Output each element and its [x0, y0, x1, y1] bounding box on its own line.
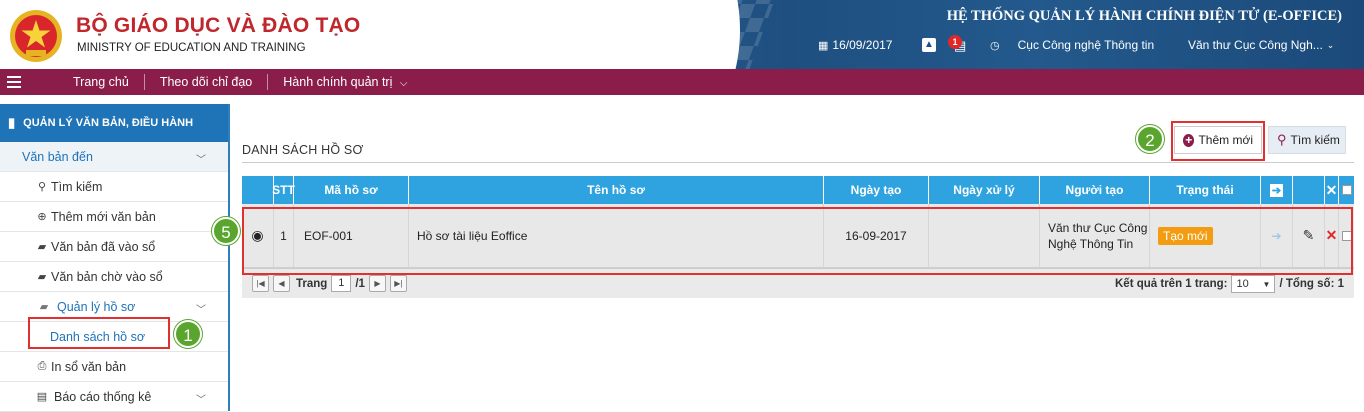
header-processed[interactable]: Ngày xử lý	[929, 176, 1040, 204]
nav-tracking[interactable]: Theo dõi chỉ đạo	[143, 74, 267, 90]
per-page-label: Kết quả trên 1 trang:	[1115, 278, 1228, 290]
sidebar-item-search[interactable]: ⚲ Tìm kiếm	[0, 172, 228, 202]
highlight-table-row	[242, 207, 1353, 275]
nav-admin-label: Hành chính quản trị	[283, 75, 393, 89]
system-title: HỆ THỐNG QUẢN LÝ HÀNH CHÍNH ĐIỆN TỬ (E-O…	[946, 8, 1342, 24]
first-page-button[interactable]: |◀	[252, 275, 269, 292]
department-selector[interactable]: ◷ Cục Công nghệ Thông tin	[990, 38, 1154, 52]
header-created[interactable]: Ngày tạo	[824, 176, 929, 204]
sidebar-item-pending[interactable]: ▰ Văn bản chờ vào sổ	[0, 262, 228, 292]
user-name: Văn thư Cục Công Ngh...	[1188, 38, 1323, 52]
total-count: / Tổng số: 1	[1279, 278, 1344, 290]
search-icon: ⚲	[1277, 132, 1287, 147]
book-icon: ▰	[37, 241, 47, 253]
chevron-down-icon: ⌄	[1326, 39, 1335, 50]
national-emblem-logo[interactable]	[8, 8, 64, 64]
header-name[interactable]: Tên hồ sơ	[409, 176, 824, 204]
per-page-value: 10	[1236, 278, 1249, 290]
header-forward-col: ➔	[1261, 176, 1293, 204]
next-page-button[interactable]: ▶	[368, 275, 386, 292]
page-title: DANH SÁCH HỒ SƠ	[242, 143, 364, 157]
clock-icon: ◷	[990, 39, 1000, 52]
sidebar-item-label: In sổ văn bản	[51, 359, 127, 374]
prev-page-button[interactable]: ◀	[273, 275, 290, 292]
sidebar-item-label: Thêm mới văn bản	[51, 209, 156, 224]
dropdown-arrow-icon: ▼	[1262, 279, 1271, 289]
header-view-col	[242, 176, 274, 204]
per-page-select[interactable]: 10 ▼	[1231, 275, 1276, 293]
sidebar-item-print[interactable]: ⎙ In sổ văn bản	[0, 352, 228, 382]
plus-circle-icon: ⊕	[37, 211, 47, 223]
upload-icon: ▲	[922, 38, 936, 52]
upload-button[interactable]: ▲	[922, 38, 936, 52]
forward-icon: ➔	[1269, 183, 1284, 197]
sidebar-item-add-doc[interactable]: ⊕ Thêm mới văn bản	[0, 202, 228, 232]
sidebar-item-report[interactable]: ▤ Báo cáo thống kê ﹀	[0, 382, 228, 412]
close-icon: ✕	[1325, 181, 1338, 198]
sidebar-item-label: Văn bản đến	[22, 149, 93, 164]
current-date: 16/09/2017	[832, 38, 893, 52]
select-all-checkbox[interactable]	[1341, 185, 1352, 195]
highlight-file-list	[28, 317, 170, 349]
calendar-icon: ▦	[818, 39, 829, 52]
step-badge-1: 1	[174, 320, 202, 348]
report-icon: ▤	[36, 391, 48, 403]
hamburger-menu-icon[interactable]	[0, 69, 28, 95]
chevron-down-icon: ﹀	[196, 395, 206, 406]
brand-name-en: MINISTRY OF EDUCATION AND TRAINING	[77, 42, 306, 54]
header-code[interactable]: Mã hồ sơ	[294, 176, 409, 204]
sidebar-item-incoming[interactable]: Văn bản đến ﹀	[0, 142, 228, 172]
sidebar-item-label: Báo cáo thống kê	[54, 389, 152, 404]
department-name: Cục Công nghệ Thông tin	[1017, 38, 1155, 52]
last-page-button[interactable]: ▶|	[389, 275, 407, 292]
grid-header: STT Mã hồ sơ Tên hồ sơ Ngày tạo Ngày xử …	[242, 176, 1354, 204]
date-display: ▦ 16/09/2017	[818, 38, 892, 52]
chevron-down-icon: ﹀	[196, 305, 206, 316]
header-status[interactable]: Trạng thái	[1150, 176, 1261, 204]
book-icon: ▮	[8, 115, 16, 130]
nav-home[interactable]: Trang chủ	[58, 74, 144, 90]
header-stt: STT	[272, 176, 295, 204]
printer-icon: ⎙	[37, 360, 47, 372]
header-edit-col	[1293, 176, 1325, 204]
sidebar-section-header[interactable]: ▮ QUẢN LÝ VĂN BẢN, ĐIỀU HÀNH	[0, 104, 228, 142]
page-input[interactable]: 1	[331, 275, 352, 292]
sidebar-item-registered[interactable]: ▰ Văn bản đã vào sổ	[0, 232, 228, 262]
header-creator[interactable]: Người tạo	[1040, 176, 1150, 204]
chevron-down-icon: ﹀	[196, 155, 206, 166]
header-select-col	[1339, 176, 1354, 204]
page-label: Trang	[296, 277, 328, 290]
step-badge-2: 2	[1136, 125, 1164, 153]
step-badge-5: 5	[212, 217, 240, 245]
sidebar-item-label: Văn bản đã vào sổ	[51, 239, 156, 254]
sidebar-item-label: Quản lý hồ sơ	[57, 299, 136, 314]
highlight-add-button	[1171, 121, 1265, 161]
title-divider	[242, 162, 1354, 163]
book-icon: ▰	[39, 301, 49, 313]
search-button[interactable]: ⚲ Tìm kiếm	[1268, 126, 1346, 154]
chevron-down-icon: ⌵	[399, 78, 408, 89]
search-label: Tìm kiếm	[1290, 133, 1340, 147]
sidebar-item-label: Tìm kiếm	[51, 179, 103, 194]
total-pages: /1	[355, 277, 365, 290]
sidebar-section-title: QUẢN LÝ VĂN BẢN, ĐIỀU HÀNH	[23, 117, 194, 129]
page-size-area: Kết quả trên 1 trang: 10 ▼ / Tổng số: 1	[1115, 275, 1344, 293]
header-delete-col: ✕	[1325, 176, 1339, 204]
brand-name-vn: BỘ GIÁO DỤC VÀ ĐÀO TẠO	[76, 14, 361, 37]
search-icon: ⚲	[37, 181, 47, 193]
book-icon: ▰	[37, 271, 47, 283]
app-header: BỘ GIÁO DỤC VÀ ĐÀO TẠO MINISTRY OF EDUCA…	[0, 0, 1364, 69]
sidebar-item-label: Văn bản chờ vào sổ	[51, 269, 163, 284]
notification-badge: 1	[948, 35, 962, 49]
user-menu[interactable]: Văn thư Cục Công Ngh... ⌄	[1188, 38, 1334, 52]
main-navbar: Trang chủ Theo dõi chỉ đạo Hành chính qu…	[0, 69, 1364, 95]
sidebar: ▮ QUẢN LÝ VĂN BẢN, ĐIỀU HÀNH Văn bản đến…	[0, 104, 230, 412]
nav-admin[interactable]: Hành chính quản trị ⌵	[267, 74, 422, 90]
